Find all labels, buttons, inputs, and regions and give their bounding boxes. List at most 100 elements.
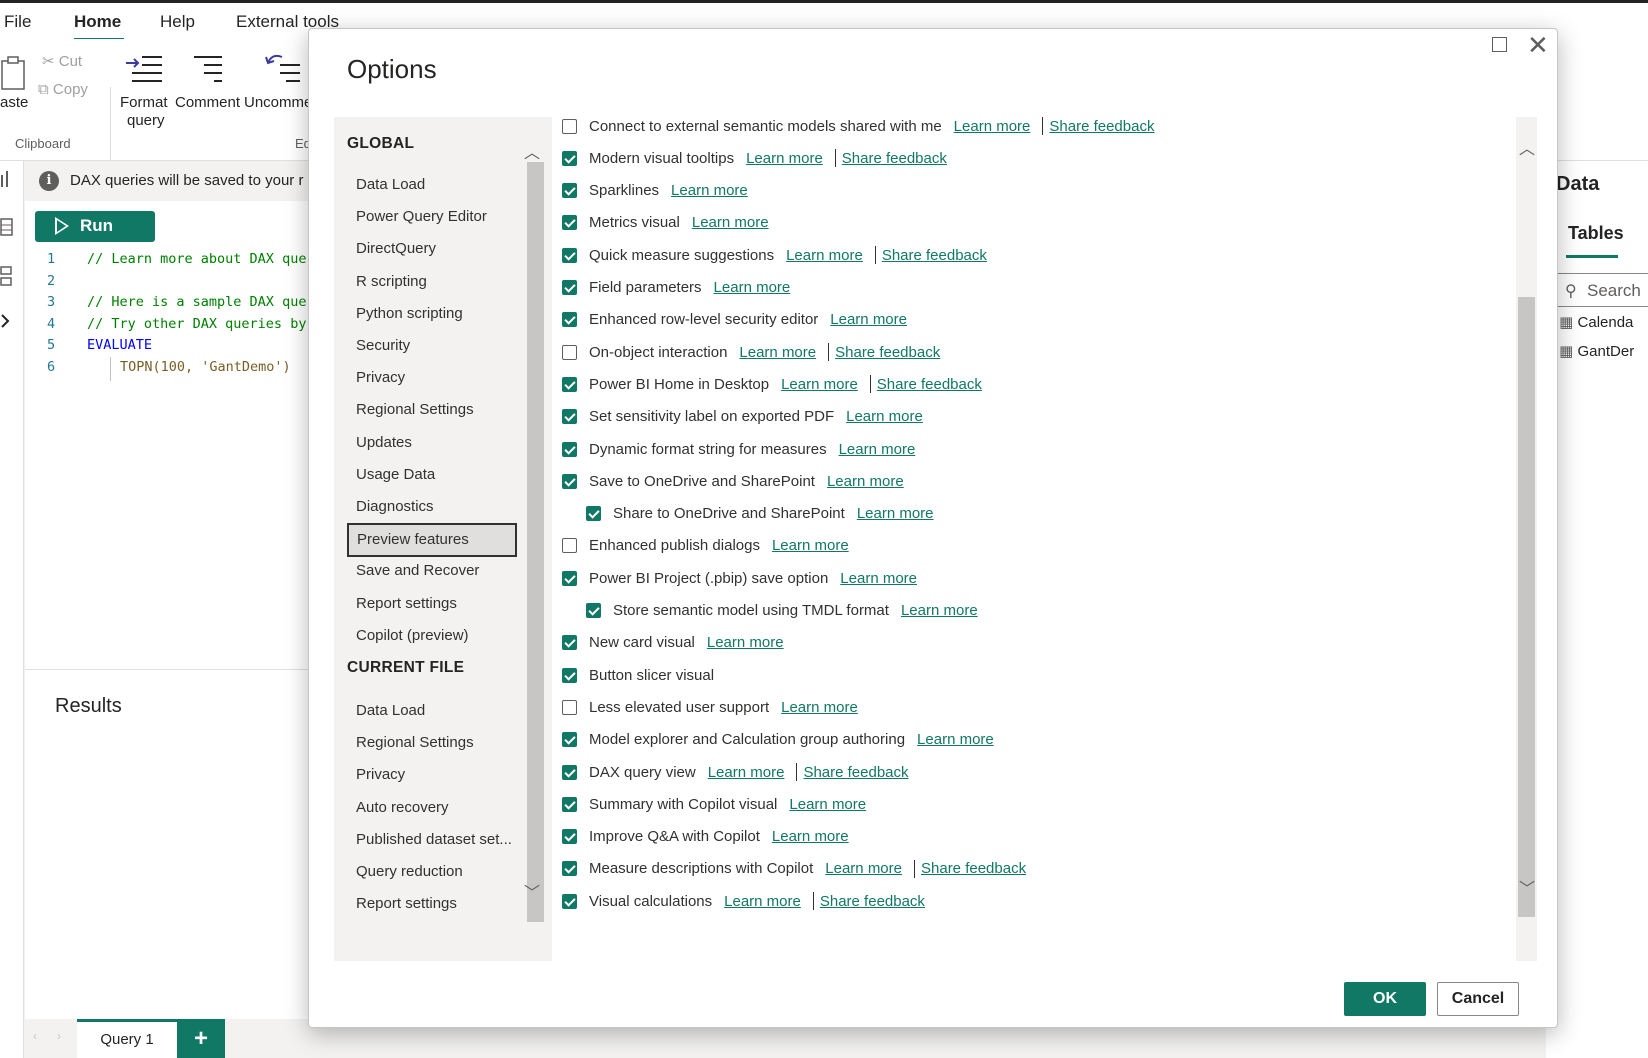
tab-scroll-right-icon[interactable]: › [57, 1029, 61, 1043]
paste-icon[interactable] [0, 53, 30, 93]
add-query-button[interactable]: + [177, 1019, 225, 1058]
learn-more-link[interactable]: Learn more [846, 408, 923, 425]
feature-label[interactable]: Metrics visual [589, 214, 680, 231]
feature-label[interactable]: Quick measure suggestions [589, 247, 774, 264]
tab-tables[interactable]: Tables [1568, 223, 1624, 244]
learn-more-link[interactable]: Learn more [772, 828, 849, 845]
table-item[interactable]: › ▦ Calenda [1550, 313, 1633, 331]
checkbox-checked[interactable] [562, 635, 577, 651]
nav-item[interactable]: Data Load [347, 169, 517, 203]
nav-item[interactable]: Published dataset set... [347, 824, 517, 858]
maximize-icon[interactable] [1492, 37, 1507, 52]
report-view-icon[interactable] [0, 169, 12, 189]
checkbox-unchecked[interactable] [562, 538, 577, 554]
nav-item[interactable]: DirectQuery [347, 233, 517, 267]
table-item[interactable]: › ▦ GantDer [1550, 342, 1634, 360]
share-feedback-link[interactable]: Share feedback [882, 247, 987, 264]
dax-editor[interactable]: Run 1 // Learn more about DAX que 2 3 // H… [25, 201, 325, 669]
tab-scroll-left-icon[interactable]: ‹ [33, 1029, 37, 1043]
nav-item[interactable]: Privacy [347, 759, 517, 793]
chevron-up-icon[interactable]: ︿ [524, 139, 540, 163]
content-scrollbar[interactable]: ︿ ﹀ [1516, 117, 1537, 961]
feature-label[interactable]: Button slicer visual [589, 667, 714, 684]
nav-item[interactable]: Power Query Editor [347, 201, 517, 235]
feature-label[interactable]: New card visual [589, 634, 695, 651]
feature-label[interactable]: Share to OneDrive and SharePoint [613, 505, 845, 522]
learn-more-link[interactable]: Learn more [724, 893, 801, 910]
feature-label[interactable]: Store semantic model using TMDL format [613, 602, 889, 619]
learn-more-link[interactable]: Learn more [825, 860, 902, 877]
copy-button[interactable]: ⧉ Copy [38, 81, 88, 98]
checkbox-checked[interactable] [562, 247, 577, 263]
format-query-icon[interactable] [124, 53, 164, 85]
feature-label[interactable]: Enhanced publish dialogs [589, 537, 760, 554]
feature-label[interactable]: Dynamic format string for measures [589, 441, 827, 458]
checkbox-checked[interactable] [562, 764, 577, 780]
share-feedback-link[interactable]: Share feedback [820, 893, 925, 910]
feature-label[interactable]: Field parameters [589, 279, 702, 296]
checkbox-checked[interactable] [562, 409, 577, 425]
nav-item[interactable]: Preview features [347, 523, 517, 558]
comment-icon[interactable] [190, 53, 226, 85]
share-feedback-link[interactable]: Share feedback [842, 150, 947, 167]
learn-more-link[interactable]: Learn more [746, 150, 823, 167]
share-feedback-link[interactable]: Share feedback [835, 344, 940, 361]
learn-more-link[interactable]: Learn more [917, 731, 994, 748]
nav-item[interactable]: Data Load [347, 695, 517, 729]
nav-item[interactable]: Report settings [347, 588, 517, 622]
checkbox-checked[interactable] [562, 796, 577, 812]
nav-scrollbar[interactable] [527, 162, 544, 922]
feature-label[interactable]: Measure descriptions with Copilot [589, 860, 813, 877]
checkbox-checked[interactable] [562, 183, 577, 199]
nav-item[interactable]: Query reduction [347, 856, 517, 890]
learn-more-link[interactable]: Learn more [789, 796, 866, 813]
learn-more-link[interactable]: Learn more [840, 570, 917, 587]
learn-more-link[interactable]: Learn more [772, 537, 849, 554]
cut-button[interactable]: ✂ Cut [42, 52, 82, 70]
nav-item[interactable]: Diagnostics [347, 491, 517, 525]
checkbox-checked[interactable] [562, 829, 577, 845]
menu-file[interactable]: File [4, 12, 31, 32]
checkbox-checked[interactable] [562, 861, 577, 877]
learn-more-link[interactable]: Learn more [708, 764, 785, 781]
feature-label[interactable]: Connect to external semantic models shar… [589, 118, 942, 135]
learn-more-link[interactable]: Learn more [830, 311, 907, 328]
uncomment-label[interactable]: Uncomme [244, 94, 312, 111]
learn-more-link[interactable]: Learn more [839, 441, 916, 458]
tab-query-1[interactable]: Query 1 [77, 1019, 177, 1058]
checkbox-unchecked[interactable] [562, 344, 577, 360]
learn-more-link[interactable]: Learn more [781, 699, 858, 716]
feature-label[interactable]: Improve Q&A with Copilot [589, 828, 760, 845]
feature-label[interactable]: Summary with Copilot visual [589, 796, 777, 813]
checkbox-checked[interactable] [562, 376, 577, 392]
format-query-label-2[interactable]: query [127, 112, 165, 129]
nav-item[interactable]: Python scripting [347, 298, 517, 332]
checkbox-checked[interactable] [562, 215, 577, 231]
share-feedback-link[interactable]: Share feedback [803, 764, 908, 781]
menu-home[interactable]: Home [74, 12, 121, 32]
chevron-up-icon[interactable]: ︿ [1519, 135, 1535, 159]
ok-button[interactable]: OK [1344, 982, 1426, 1016]
cancel-button[interactable]: Cancel [1437, 982, 1519, 1016]
checkbox-checked[interactable] [562, 441, 577, 457]
nav-item[interactable]: Regional Settings [347, 394, 517, 428]
checkbox-checked[interactable] [562, 667, 577, 683]
chevron-down-icon[interactable]: ﹀ [524, 879, 540, 903]
nav-item[interactable]: Security [347, 330, 517, 364]
dax-query-view-icon[interactable] [0, 311, 14, 331]
share-feedback-link[interactable]: Share feedback [1049, 118, 1154, 135]
feature-label[interactable]: Enhanced row-level security editor [589, 311, 818, 328]
feature-label[interactable]: Set sensitivity label on exported PDF [589, 408, 834, 425]
format-query-label-1[interactable]: Format [120, 94, 168, 111]
learn-more-link[interactable]: Learn more [671, 182, 748, 199]
feature-label[interactable]: Visual calculations [589, 893, 712, 910]
feature-label[interactable]: Less elevated user support [589, 699, 769, 716]
close-icon[interactable]: ✕ [1527, 30, 1549, 60]
feature-label[interactable]: DAX query view [589, 764, 696, 781]
run-button[interactable]: Run [35, 211, 155, 242]
chevron-down-icon[interactable]: ﹀ [1519, 875, 1535, 899]
nav-item[interactable]: Usage Data [347, 459, 517, 493]
nav-item[interactable]: R scripting [347, 266, 517, 300]
nav-item[interactable]: Updates [347, 427, 517, 461]
feature-label[interactable]: Save to OneDrive and SharePoint [589, 473, 815, 490]
